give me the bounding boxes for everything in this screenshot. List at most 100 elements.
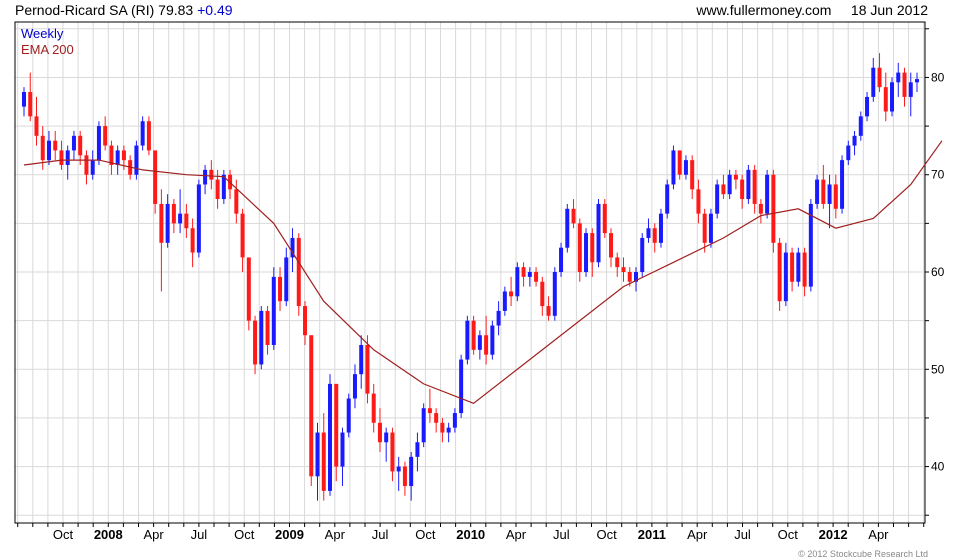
candle-body	[265, 310, 270, 345]
candle-body	[359, 344, 364, 375]
candle-body	[502, 291, 507, 311]
candle-body	[34, 116, 39, 136]
candle-body	[490, 325, 495, 355]
candle-body	[465, 320, 470, 360]
candle-body	[215, 179, 220, 200]
candle-body	[315, 432, 320, 477]
candle-body	[334, 383, 339, 467]
candle-body	[209, 169, 214, 180]
candle-body	[908, 82, 913, 97]
candle-body	[65, 150, 70, 166]
candle-body	[40, 135, 45, 161]
candle-body	[527, 272, 532, 277]
candle-body	[590, 233, 595, 263]
y-tick-label: 70	[931, 168, 945, 182]
candle-body	[777, 242, 782, 302]
x-tick-label: Jul	[191, 527, 208, 542]
candle-body	[515, 267, 520, 297]
candle-body	[802, 252, 807, 287]
candle-body	[190, 228, 195, 253]
candle-body	[234, 189, 239, 214]
candle-body	[96, 126, 101, 161]
candle-body	[509, 291, 514, 297]
x-tick-label: Jul	[553, 527, 570, 542]
candle-body	[477, 335, 482, 350]
candle-body	[833, 184, 838, 209]
candle-body	[540, 281, 545, 307]
candle-body	[752, 169, 757, 204]
candle-body	[178, 213, 183, 224]
candle-body	[821, 179, 826, 204]
candle-body	[46, 140, 51, 161]
x-tick-label: Oct	[53, 527, 74, 542]
y-tick-label: 50	[931, 362, 945, 376]
x-tick-label: Oct	[234, 527, 255, 542]
candle-body	[278, 276, 283, 302]
candle-body	[459, 359, 464, 414]
candle-body	[140, 121, 145, 146]
candle-body	[640, 237, 645, 273]
candle-body	[377, 422, 382, 443]
candle-body	[883, 87, 888, 112]
candle-body	[146, 121, 151, 151]
candle-body	[409, 456, 414, 487]
candle-body	[902, 72, 907, 97]
candle-body	[783, 252, 788, 302]
candle-body	[371, 393, 376, 423]
candle-body	[296, 237, 301, 307]
candle-body	[303, 306, 308, 336]
candle-body	[452, 413, 457, 428]
candle-body	[627, 272, 632, 282]
x-tick-label: Jul	[734, 527, 751, 542]
candle-body	[240, 213, 245, 258]
candle-body	[696, 189, 701, 214]
candle-body	[796, 252, 801, 282]
candle-body	[352, 374, 357, 399]
candle-body	[171, 203, 176, 224]
candle-body	[365, 344, 370, 394]
candle-body	[440, 422, 445, 433]
candle-body	[671, 150, 676, 185]
candle-body	[196, 184, 201, 253]
candle-body	[346, 398, 351, 433]
candle-body	[446, 427, 451, 433]
candle-body	[390, 432, 395, 472]
candle-body	[565, 208, 570, 248]
candle-body	[646, 228, 651, 238]
x-tick-label: Jul	[372, 527, 389, 542]
candle-body	[658, 213, 663, 243]
candle-body	[740, 179, 745, 200]
candle-body	[615, 257, 620, 268]
x-tick-label: 2010	[456, 527, 485, 542]
candle-body	[758, 203, 763, 214]
candle-body	[421, 408, 426, 443]
candle-body	[427, 408, 432, 414]
x-tick-label: 2008	[94, 527, 123, 542]
x-tick-label: 2009	[275, 527, 304, 542]
candle-body	[327, 383, 332, 491]
candle-body	[577, 223, 582, 273]
candle-body	[665, 184, 670, 214]
candle-body	[571, 208, 576, 224]
candle-body	[259, 310, 264, 365]
candle-body	[652, 228, 657, 243]
candle-body	[496, 310, 501, 326]
candle-body	[521, 267, 526, 277]
x-tick-label: Oct	[778, 527, 799, 542]
candle-body	[246, 257, 251, 321]
y-tick-label: 60	[931, 265, 945, 279]
candle-body	[552, 272, 557, 316]
candle-body	[708, 213, 713, 243]
candle-body	[253, 320, 258, 365]
candle-body	[90, 160, 95, 175]
candle-body	[165, 203, 170, 243]
candle-body	[121, 150, 126, 161]
candle-body	[59, 150, 64, 166]
candle-body	[71, 135, 76, 151]
candle-body	[702, 213, 707, 243]
candle-body	[890, 82, 895, 112]
candle-body	[84, 155, 89, 175]
x-tick-label: Oct	[415, 527, 436, 542]
candle-body	[865, 96, 870, 117]
candle-body	[858, 116, 863, 136]
